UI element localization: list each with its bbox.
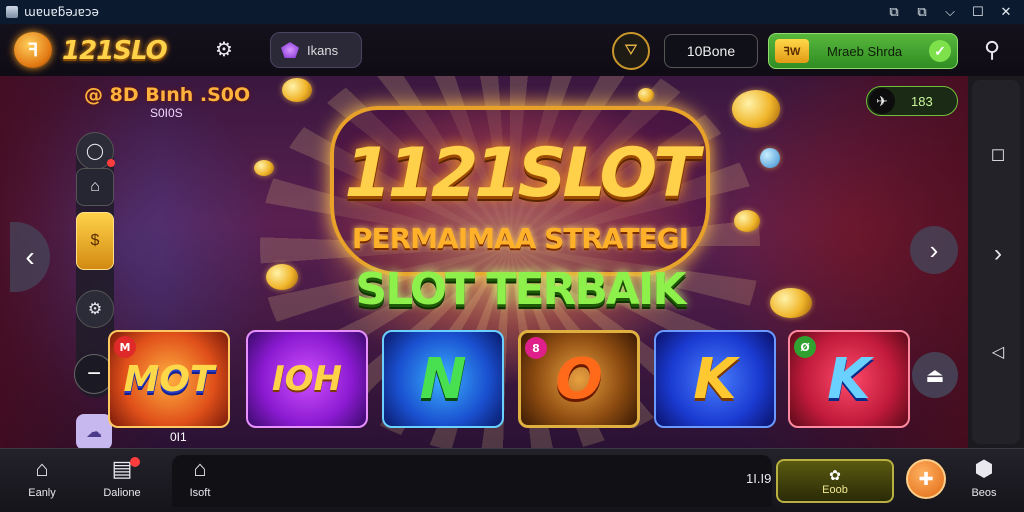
main-stage: @ 8D Bınh .S0O S0I0S ✈ 183 1121SLOT PERM… [0,76,968,448]
banner-subtitle: PERMAIMAA STRATEGI [351,222,689,255]
bottom-value: 1I.I9 [746,471,772,486]
basket-icon-button[interactable]: ⛛ [612,32,650,70]
app-window: ɯɐuɐƃǝɹɐɔǝ ⧉ ⧉ ⌵ ☐ ✕ ꟻ 121SLO ⚙ Ikans ⛛ … [0,0,1024,512]
avatar-icon: ◯ [86,143,104,160]
game-tile[interactable]: Ø K [788,330,910,428]
tile-label: K [827,346,871,412]
tile-badge: M [114,336,136,358]
coin-decoration [266,264,298,290]
slot-home-icon: ⌂ [193,456,207,481]
balance-display[interactable]: 10Bone [664,34,758,68]
flower-icon: ✿ [829,466,841,483]
tile-caption: 0I1 [170,430,187,444]
game-tile[interactable]: 8 O [518,330,640,428]
hex-icon: ⬢ [974,456,994,481]
list-icon: ▤ [111,456,133,481]
tile-badge: 8 [525,337,547,359]
claim-label: Eoob [822,483,848,496]
bottom-nav-bar: ⌂ Eanly ▤ Dalione ⌂ Isoft 1I.I9 ✿ Eoob ✚… [0,448,1024,512]
profile-avatar-button[interactable]: ◯ [76,132,115,170]
maximize-button[interactable]: ☐ [964,0,992,24]
settings-gear-icon[interactable]: ⚙ [212,38,236,62]
deposit-tag-icon: ꟻW [775,39,809,63]
ghost-icon: ☁ [86,424,102,441]
ghost-button[interactable]: ☁ [76,414,112,448]
deposit-button[interactable]: ꟻW Mraeb Shrda ✓ [768,33,958,69]
system-title-bar: ɯɐuɐƃǝɹɐɔǝ ⧉ ⧉ ⌵ ☐ ✕ [0,0,1024,24]
gem-icon [281,42,299,58]
tile-label: O [555,346,603,412]
bag-button[interactable]: ⌂ [76,168,114,206]
screenshot-button[interactable]: ⧉ [880,0,908,24]
coin-decoration [760,148,780,168]
gem-pill-button[interactable]: Ikans [270,32,362,68]
check-icon: ✓ [929,40,951,62]
deposit-label: Mraeb Shrda [827,43,903,59]
coin-decoration [254,160,274,176]
game-tile[interactable]: N [382,330,504,428]
next-arrow-button[interactable]: › [910,226,958,274]
coin-decoration [638,88,654,102]
banner-tagline: SLOT TERBAIK [355,264,687,315]
game-tile[interactable]: M MOT [108,330,230,428]
search-icon[interactable]: ⚲ [978,36,1006,64]
tile-badge: Ø [794,336,816,358]
window-controls: ⧉ ⧉ ⌵ ☐ ✕ [880,0,1020,24]
coin-decoration [282,78,312,102]
tile-label: N [419,346,467,412]
rail-settings-button[interactable]: ⚙ [76,290,114,328]
nav-item-home[interactable]: ⌂ Eanly [12,455,72,507]
tile-label: K [693,346,737,412]
minus-icon: − [86,360,101,387]
plane-icon: ✈ [869,88,895,114]
bag-icon: ⌂ [90,178,100,195]
home-icon: ⌂ [35,456,49,481]
notification-dot [107,159,115,167]
back-icon[interactable]: ◁ [984,338,1012,366]
gem-pill-label: Ikans [307,42,339,58]
promo-text: @ 8D Bınh .S0O S0I0S [84,84,250,120]
coin-decoration [770,288,812,318]
coin-decoration [734,210,760,232]
square-icon[interactable]: ☐ [984,142,1012,170]
gold-coin-icon: $ [90,232,100,249]
promo-line-2: S0I0S [150,106,183,120]
game-tile[interactable]: K [654,330,776,428]
promo-line-1: @ 8D Bınh .S0O [84,84,251,106]
mini-status-chip[interactable]: ✈ 183 [866,86,958,116]
nav-label: Dalione [103,487,141,499]
nav-item-slot[interactable]: ⌂ Isoft [170,455,230,507]
logo-text[interactable]: 121SLO [62,36,168,66]
banner-title: 1121SLOT [344,134,699,213]
bottom-panel [172,455,772,507]
tile-label: MOT [123,358,215,400]
notification-dot [130,457,140,467]
mini-chip-value: 183 [911,93,933,109]
chevron-right-icon[interactable]: › [984,240,1012,268]
nav-label: Isoft [189,487,211,499]
promo-banner[interactable]: 1121SLOT PERMAIMAA STRATEGI SLOT TERBAIK [320,106,720,336]
coin-decoration [732,90,780,128]
upload-button[interactable]: ⏏ [912,352,958,398]
nav-label: Eanly [28,487,56,499]
window-title: ɯɐuɐƃǝɹɐɔǝ [24,5,99,19]
close-button[interactable]: ✕ [992,0,1020,24]
restore-window-button[interactable]: ⧉ [908,0,936,24]
app-icon [6,6,18,18]
nav-item-list[interactable]: ▤ Dalione [92,455,152,507]
gold-coins-button[interactable]: $ [76,212,114,270]
logo-icon[interactable]: ꟻ [14,32,52,68]
collapse-button[interactable]: ⌵ [936,0,964,24]
action-fab-button[interactable]: ✚ [906,459,946,499]
nav-item-last[interactable]: ⬢ Beos [954,455,1014,507]
nav-label: Beos [971,487,997,499]
app-header: ꟻ 121SLO ⚙ Ikans ⛛ 10Bone ꟻW Mraeb Shrda… [0,24,1024,76]
tile-label: IOH [271,359,342,399]
gear-icon: ⚙ [87,301,103,318]
game-tile[interactable]: IOH [246,330,368,428]
claim-button[interactable]: ✿ Eoob [776,459,894,503]
